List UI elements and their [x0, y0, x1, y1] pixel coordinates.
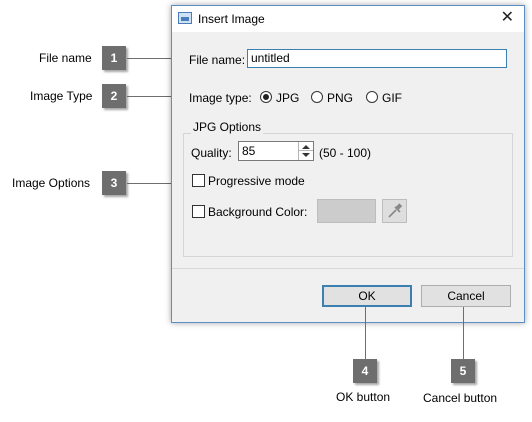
jpg-options-title: JPG Options: [191, 120, 264, 134]
callout-marker-5: 5: [451, 359, 475, 383]
close-icon[interactable]: ✕: [501, 9, 514, 27]
callout-leader-5: [463, 307, 464, 359]
radio-png-label[interactable]: PNG: [327, 91, 353, 105]
progressive-checkbox[interactable]: [192, 174, 205, 187]
quality-label: Quality:: [191, 146, 232, 160]
callout-label-image-type: Image Type: [30, 89, 93, 103]
spin-divider: [299, 150, 313, 151]
file-name-label: File name:: [189, 53, 246, 67]
app-icon: [178, 12, 192, 24]
insert-image-dialog: Insert Image ✕ File name: untitled Image…: [171, 5, 525, 323]
ok-button[interactable]: OK: [322, 285, 412, 307]
callout-marker-4: 4: [353, 359, 377, 383]
image-type-label: Image type:: [189, 91, 252, 105]
radio-jpg-label[interactable]: JPG: [276, 91, 299, 105]
callout-marker-3: 3: [102, 171, 126, 195]
callout-label-file-name: File name: [39, 51, 92, 65]
radio-gif-label[interactable]: GIF: [382, 91, 402, 105]
title-bar[interactable]: Insert Image ✕: [172, 6, 524, 32]
cancel-button[interactable]: Cancel: [421, 285, 511, 307]
eyedropper-button[interactable]: [382, 199, 407, 223]
spin-up-icon[interactable]: [302, 145, 310, 149]
callout-label-cancel-button: Cancel button: [423, 391, 498, 405]
background-color-label[interactable]: Background Color:: [208, 205, 307, 219]
radio-png[interactable]: [311, 91, 323, 103]
spin-down-icon[interactable]: [302, 153, 310, 157]
button-separator: [172, 268, 524, 269]
file-name-input[interactable]: untitled: [247, 49, 507, 68]
background-color-swatch[interactable]: [317, 199, 376, 223]
callout-label-image-options: Image Options: [12, 176, 91, 190]
callout-leader-4: [365, 307, 366, 359]
callout-label-ok-button: OK button: [336, 390, 391, 404]
quality-spin-buttons[interactable]: [298, 142, 313, 160]
eyedropper-icon: [388, 203, 403, 218]
callout-marker-1: 1: [102, 46, 126, 70]
progressive-label[interactable]: Progressive mode: [208, 174, 305, 188]
callout-marker-2: 2: [102, 84, 126, 108]
radio-jpg[interactable]: [260, 91, 272, 103]
quality-spinner[interactable]: 85: [238, 141, 314, 161]
background-color-checkbox[interactable]: [192, 205, 205, 218]
quality-range: (50 - 100): [319, 146, 372, 160]
radio-gif[interactable]: [366, 91, 378, 103]
quality-value[interactable]: 85: [242, 144, 255, 158]
dialog-title: Insert Image: [198, 12, 265, 26]
